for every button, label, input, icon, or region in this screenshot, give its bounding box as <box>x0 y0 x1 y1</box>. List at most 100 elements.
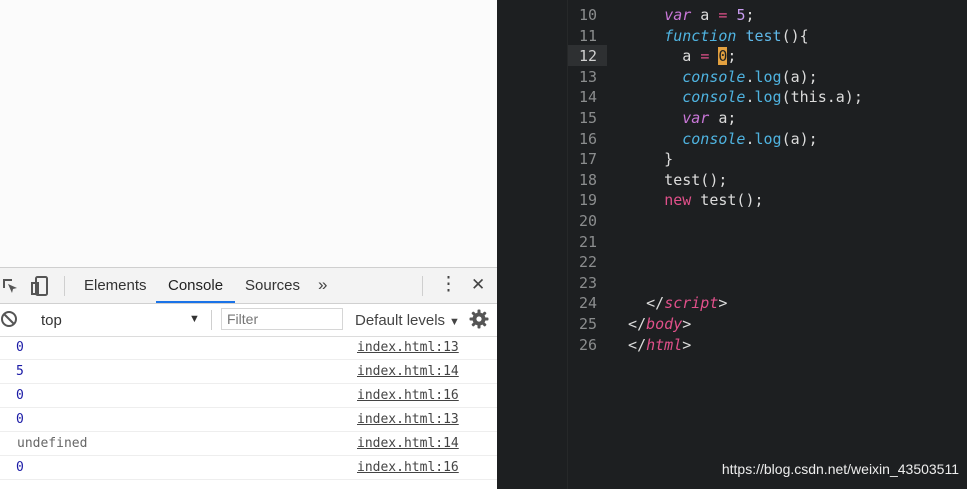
tab-sources[interactable]: Sources <box>233 268 312 303</box>
console-value: 0 <box>16 460 24 475</box>
toolbar-divider <box>64 276 65 296</box>
source-link[interactable]: index.html:13 <box>357 412 459 427</box>
close-devtools-button[interactable]: ✕ <box>471 268 485 303</box>
code-text: console.log(a); <box>610 67 818 87</box>
code-token: a; <box>709 109 737 127</box>
code-token: </ <box>610 335 647 354</box>
code-line: 22 <box>497 252 967 272</box>
console-row: undefined index.html:14 <box>0 432 497 456</box>
line-number: 24 <box>578 294 597 313</box>
console-value: 0 <box>16 412 24 427</box>
console-value: 0 <box>16 340 24 355</box>
code-line: 17 } <box>497 149 967 169</box>
line-number: 15 <box>578 109 597 127</box>
code-line: 23 <box>497 273 967 293</box>
code-token: a <box>610 47 701 66</box>
console-row: 0 index.html:13 <box>0 408 497 432</box>
source-link[interactable]: index.html:16 <box>357 388 459 403</box>
line-number: 22 <box>578 253 597 272</box>
console-value: undefined <box>17 436 88 451</box>
code-token: body <box>646 315 683 333</box>
code-token: ; <box>745 6 755 24</box>
line-number: 26 <box>578 335 597 354</box>
tab-console[interactable]: Console <box>156 268 236 303</box>
code-token: var <box>664 6 692 24</box>
code-token: } <box>610 150 674 169</box>
code-line: 16 console.log(a); <box>497 129 967 149</box>
line-number: 16 <box>578 129 597 148</box>
devtools-panel: Elements Console Sources » ⋮ ✕ top ▼ Def… <box>0 267 497 490</box>
code-line: 15 var a; <box>497 108 967 128</box>
line-number: 11 <box>578 26 597 45</box>
code-line: 24 </script> <box>497 293 967 313</box>
watermark: https://blog.csdn.net/weixin_43503511 <box>721 461 959 477</box>
code-token: new <box>664 191 692 210</box>
code-editor[interactable]: 10 var a = 5; 11 function test(){12 a = 0… <box>497 0 967 489</box>
source-link[interactable]: index.html:13 <box>357 340 459 355</box>
line-number: 17 <box>578 150 597 169</box>
code-token: . <box>745 67 755 86</box>
dropdown-arrow-icon: ▼ <box>449 316 460 328</box>
code-line: 18 test(); <box>497 170 967 190</box>
code-text: var a = 5; <box>610 5 755 25</box>
console-row: 0 index.html:16 <box>0 384 497 408</box>
line-number: 23 <box>578 273 597 292</box>
code-text: a = 0; <box>610 46 736 66</box>
code-token: = <box>700 47 710 66</box>
source-link[interactable]: index.html:14 <box>357 364 459 379</box>
clear-console-icon[interactable] <box>0 309 19 329</box>
code-line: 14 console.log(this.a); <box>497 87 967 107</box>
filter-input[interactable] <box>221 308 343 330</box>
code-line: 11 function test(){ <box>497 26 967 46</box>
code-text: </html> <box>610 335 691 355</box>
console-row: 5 index.html:14 <box>0 360 497 384</box>
code-token: log <box>754 88 782 107</box>
code-line: 25 </body> <box>497 314 967 334</box>
more-tabs-button[interactable]: » <box>318 268 327 303</box>
console-value: 5 <box>16 364 24 379</box>
code-line: 20 <box>497 211 967 231</box>
code-token: a <box>691 6 719 24</box>
gear-icon[interactable] <box>469 309 489 329</box>
code-token: ; <box>727 47 737 66</box>
tab-elements[interactable]: Elements <box>72 268 159 303</box>
code-token: html <box>646 335 683 354</box>
code-line: 13 console.log(a); <box>497 67 967 87</box>
code-token: (a); <box>781 67 818 86</box>
console-value: 0 <box>16 388 24 403</box>
code-text: var a; <box>610 108 736 128</box>
code-text: console.log(a); <box>610 129 818 149</box>
code-line: 12 a = 0; <box>497 46 967 66</box>
line-number: 18 <box>578 170 597 189</box>
code-text: console.log(this.a); <box>610 87 863 107</box>
dropdown-arrow-icon: ▼ <box>189 313 200 325</box>
code-token: console <box>682 88 746 107</box>
code-text: </body> <box>610 314 691 334</box>
source-link[interactable]: index.html:16 <box>357 460 459 475</box>
line-number: 10 <box>578 6 597 24</box>
context-selector[interactable]: top ▼ <box>30 308 206 332</box>
code-token: </ <box>610 294 665 313</box>
device-toolbar-icon[interactable] <box>30 276 50 296</box>
console-filter-bar: top ▼ Default levels▼ <box>0 304 497 337</box>
log-levels-dropdown[interactable]: Default levels ▼ <box>355 312 460 329</box>
code-token: (a); <box>781 129 818 148</box>
code-token: > <box>682 335 692 354</box>
context-label: top <box>41 312 62 329</box>
inspect-element-icon[interactable] <box>0 276 20 296</box>
devtools-menu-button[interactable]: ⋮ <box>439 268 458 303</box>
source-link[interactable]: index.html:14 <box>357 436 459 451</box>
code-token: . <box>745 88 755 107</box>
code-token: console <box>682 129 746 148</box>
code-token: test(); <box>691 191 764 210</box>
line-number: 14 <box>578 88 597 107</box>
code-line: 26 </html> <box>497 335 967 355</box>
browser-window: Elements Console Sources » ⋮ ✕ top ▼ Def… <box>0 0 497 490</box>
toolbar-divider <box>422 276 423 296</box>
